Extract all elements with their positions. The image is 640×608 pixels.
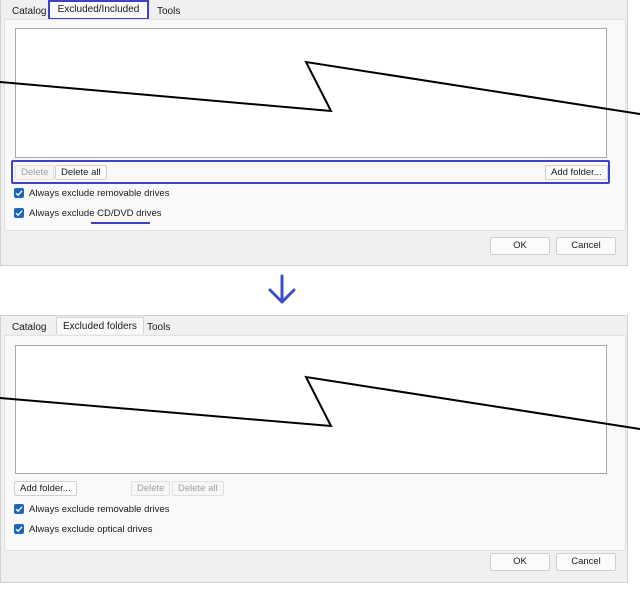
break-line-decoration	[0, 60, 640, 430]
